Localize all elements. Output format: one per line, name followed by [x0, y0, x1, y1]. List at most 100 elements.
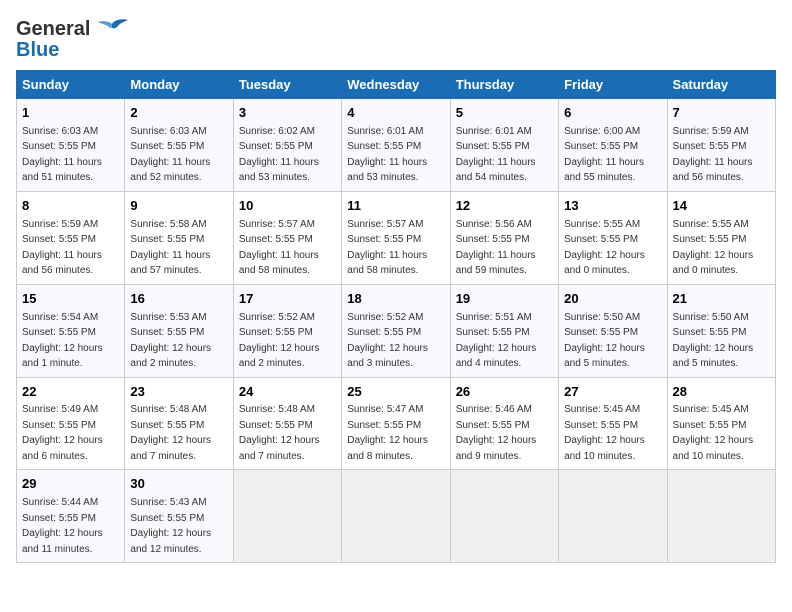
sunrise-text: Sunrise: 6:03 AM — [130, 126, 206, 137]
calendar-cell — [450, 470, 558, 563]
day-number: 9 — [130, 197, 227, 216]
sunset-text: Sunset: 5:55 PM — [22, 141, 96, 152]
calendar-cell: 23Sunrise: 5:48 AMSunset: 5:55 PMDayligh… — [125, 377, 233, 470]
calendar-cell: 29 Sunrise: 5:44 AM Sunset: 5:55 PM Dayligh… — [17, 470, 125, 563]
calendar-cell: 14Sunrise: 5:55 AMSunset: 5:55 PMDayligh… — [667, 191, 775, 284]
daylight-text: Daylight: 12 hours and 5 minutes. — [564, 343, 645, 370]
daylight-text: Daylight: 11 hours and 52 minutes. — [130, 157, 210, 184]
sunrise-text: Sunrise: 6:01 AM — [347, 126, 423, 137]
calendar-cell: 22Sunrise: 5:49 AMSunset: 5:55 PMDayligh… — [17, 377, 125, 470]
calendar-cell: 3Sunrise: 6:02 AMSunset: 5:55 PMDaylight… — [233, 99, 341, 192]
sunrise-text: Sunrise: 5:52 AM — [347, 312, 423, 323]
daylight-text: Daylight: 12 hours and 7 minutes. — [130, 435, 211, 462]
daylight-text: Daylight: 12 hours and 10 minutes. — [673, 435, 754, 462]
sunset-text: Sunset: 5:55 PM — [22, 327, 96, 338]
sunrise-text: Sunrise: 5:50 AM — [673, 312, 749, 323]
daylight-text: Daylight: 12 hours and 3 minutes. — [347, 343, 428, 370]
calendar-week-3: 15Sunrise: 5:54 AMSunset: 5:55 PMDayligh… — [17, 284, 776, 377]
calendar-cell: 26Sunrise: 5:46 AMSunset: 5:55 PMDayligh… — [450, 377, 558, 470]
calendar-cell: 19Sunrise: 5:51 AMSunset: 5:55 PMDayligh… — [450, 284, 558, 377]
day-number: 2 — [130, 104, 227, 123]
sunrise-text: Sunrise: 5:55 AM — [673, 219, 749, 230]
day-number: 24 — [239, 383, 336, 402]
calendar-week-1: 1Sunrise: 6:03 AMSunset: 5:55 PMDaylight… — [17, 99, 776, 192]
calendar-cell: 7Sunrise: 5:59 AMSunset: 5:55 PMDaylight… — [667, 99, 775, 192]
day-number: 13 — [564, 197, 661, 216]
sunrise-text: Sunrise: 5:54 AM — [22, 312, 98, 323]
weekday-header-wednesday: Wednesday — [342, 71, 450, 99]
sunrise-text: Sunrise: 6:00 AM — [564, 126, 640, 137]
sunset-text: Sunset: 5:55 PM — [239, 420, 313, 431]
day-number: 8 — [22, 197, 119, 216]
daylight-text: Daylight: 12 hours and 2 minutes. — [239, 343, 320, 370]
calendar-cell: 8Sunrise: 5:59 AMSunset: 5:55 PMDaylight… — [17, 191, 125, 284]
logo-blue-text: Blue — [16, 40, 59, 60]
sunrise-text: Sunrise: 5:50 AM — [564, 312, 640, 323]
daylight-text: Daylight: 11 hours and 57 minutes. — [130, 250, 210, 277]
weekday-header-saturday: Saturday — [667, 71, 775, 99]
sunset-text: Sunset: 5:55 PM — [130, 234, 204, 245]
daylight-text: Daylight: 12 hours and 6 minutes. — [22, 435, 103, 462]
sunrise-text: Sunrise: 5:45 AM — [564, 404, 640, 415]
day-number: 17 — [239, 290, 336, 309]
daylight-text: Daylight: 11 hours and 53 minutes. — [347, 157, 427, 184]
calendar-cell: 28Sunrise: 5:45 AMSunset: 5:55 PMDayligh… — [667, 377, 775, 470]
daylight-text: Daylight: 11 hours and 53 minutes. — [239, 157, 319, 184]
sunset-text: Sunset: 5:55 PM — [456, 234, 530, 245]
sunset-text: Sunset: 5:55 PM — [22, 234, 96, 245]
daylight-text: Daylight: 12 hours and 2 minutes. — [130, 343, 211, 370]
sunset-text: Sunset: 5:55 PM — [347, 141, 421, 152]
calendar-cell: 24 Sunrise: 5:48 AM Sunset: 5:55 PM Dayligh… — [233, 377, 341, 470]
daylight-text: Daylight: 11 hours and 51 minutes. — [22, 157, 102, 184]
day-number: 29 — [22, 475, 119, 494]
day-number: 12 — [456, 197, 553, 216]
calendar-table: SundayMondayTuesdayWednesdayThursdayFrid… — [16, 70, 776, 563]
sunset-text: Sunset: 5:55 PM — [564, 141, 638, 152]
sunset-text: Sunset: 5:55 PM — [456, 327, 530, 338]
daylight-text: Daylight: 12 hours and 4 minutes. — [456, 343, 537, 370]
sunrise-text: Sunrise: 5:45 AM — [673, 404, 749, 415]
daylight-text: Daylight: 12 hours and 5 minutes. — [673, 343, 754, 370]
sunrise-text: Sunrise: 5:44 AM — [22, 497, 98, 508]
daylight-text: Daylight: 12 hours and 0 minutes. — [673, 250, 754, 277]
day-number: 16 — [130, 290, 227, 309]
daylight-text: Daylight: 11 hours and 58 minutes. — [347, 250, 427, 277]
weekday-header-friday: Friday — [559, 71, 667, 99]
calendar-cell: 17Sunrise: 5:52 AMSunset: 5:55 PMDayligh… — [233, 284, 341, 377]
day-number: 18 — [347, 290, 444, 309]
daylight-text: Daylight: 12 hours and 11 minutes. — [22, 528, 103, 555]
daylight-text: Daylight: 12 hours and 9 minutes. — [456, 435, 537, 462]
day-number: 21 — [673, 290, 770, 309]
day-number: 6 — [564, 104, 661, 123]
sunrise-text: Sunrise: 5:57 AM — [347, 219, 423, 230]
sunrise-text: Sunrise: 5:55 AM — [564, 219, 640, 230]
weekday-header-tuesday: Tuesday — [233, 71, 341, 99]
sunset-text: Sunset: 5:55 PM — [22, 513, 96, 524]
calendar-cell: 6Sunrise: 6:00 AMSunset: 5:55 PMDaylight… — [559, 99, 667, 192]
sunset-text: Sunset: 5:55 PM — [130, 141, 204, 152]
sunset-text: Sunset: 5:55 PM — [456, 420, 530, 431]
daylight-text: Daylight: 12 hours and 7 minutes. — [239, 435, 320, 462]
sunrise-text: Sunrise: 5:53 AM — [130, 312, 206, 323]
daylight-text: Daylight: 11 hours and 56 minutes. — [22, 250, 102, 277]
day-number: 23 — [130, 383, 227, 402]
day-number: 10 — [239, 197, 336, 216]
calendar-cell: 30Sunrise: 5:43 AMSunset: 5:55 PMDayligh… — [125, 470, 233, 563]
sunrise-text: Sunrise: 5:48 AM — [239, 404, 315, 415]
daylight-text: Daylight: 12 hours and 1 minute. — [22, 343, 103, 370]
sunset-text: Sunset: 5:55 PM — [564, 420, 638, 431]
sunset-text: Sunset: 5:55 PM — [673, 420, 747, 431]
sunset-text: Sunset: 5:55 PM — [456, 141, 530, 152]
calendar-cell — [667, 470, 775, 563]
calendar-cell: 1Sunrise: 6:03 AMSunset: 5:55 PMDaylight… — [17, 99, 125, 192]
sunset-text: Sunset: 5:55 PM — [347, 234, 421, 245]
logo: General Blue — [16, 16, 130, 60]
calendar-week-2: 8Sunrise: 5:59 AMSunset: 5:55 PMDaylight… — [17, 191, 776, 284]
calendar-week-5: 29 Sunrise: 5:44 AM Sunset: 5:55 PM Dayligh… — [17, 470, 776, 563]
day-number: 26 — [456, 383, 553, 402]
sunset-text: Sunset: 5:55 PM — [673, 327, 747, 338]
calendar-cell: 13Sunrise: 5:55 AMSunset: 5:55 PMDayligh… — [559, 191, 667, 284]
calendar-cell: 11Sunrise: 5:57 AMSunset: 5:55 PMDayligh… — [342, 191, 450, 284]
sunrise-text: Sunrise: 5:57 AM — [239, 219, 315, 230]
calendar-cell: 15Sunrise: 5:54 AMSunset: 5:55 PMDayligh… — [17, 284, 125, 377]
